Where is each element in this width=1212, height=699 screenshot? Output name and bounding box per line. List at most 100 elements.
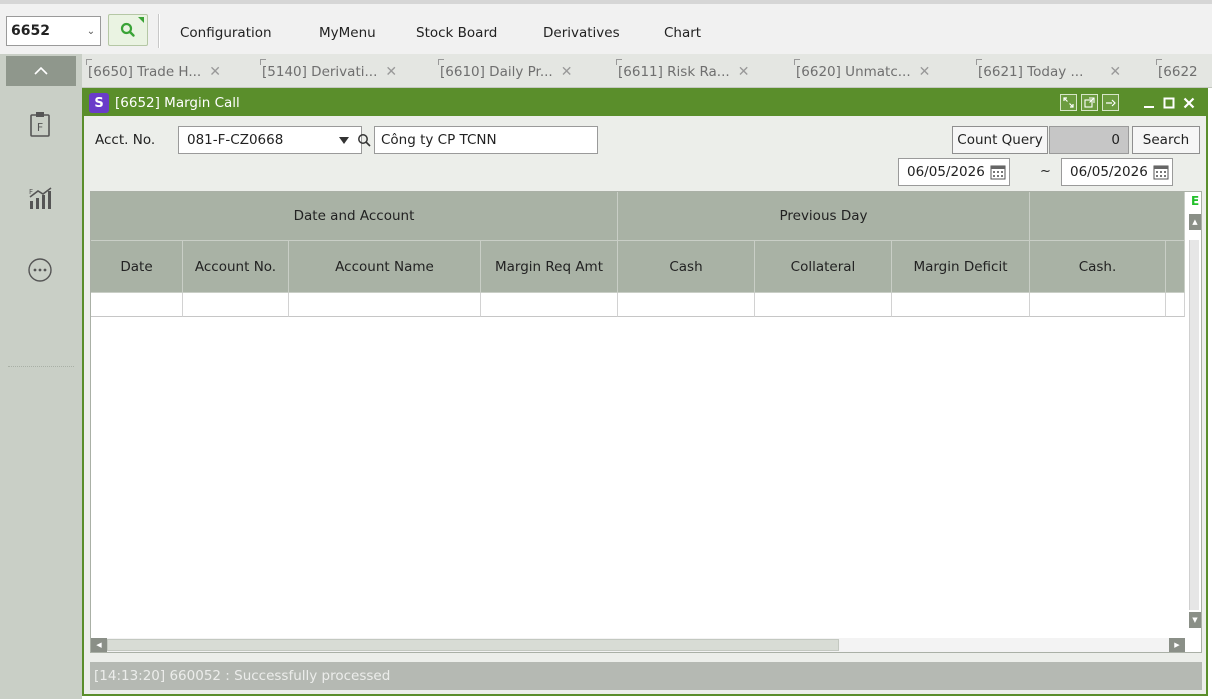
horizontal-scrollbar[interactable]: ◀ ▶ — [91, 638, 1185, 652]
tab-6622[interactable]: [6622 — [1156, 58, 1198, 86]
vertical-scroll-track[interactable] — [1189, 240, 1199, 610]
margin-call-window: S [6652] Margin Call Acct. No. 081-F-CZ0… — [82, 88, 1208, 696]
clipboard-f-icon: F — [30, 112, 50, 137]
search-button[interactable]: Search — [1132, 126, 1200, 154]
sidebar-more-button[interactable] — [22, 252, 58, 288]
table-cell[interactable] — [1166, 293, 1185, 317]
column-header-cash-next[interactable]: Cash. — [1030, 241, 1166, 293]
close-icon[interactable]: ✕ — [561, 64, 573, 80]
table-cell[interactable] — [755, 293, 892, 317]
close-icon[interactable]: ✕ — [385, 64, 397, 80]
svg-text:F: F — [37, 121, 43, 134]
tab-corner-mark — [260, 59, 266, 65]
chevron-up-icon — [34, 67, 48, 75]
tab-6621[interactable]: [6621] Today ... ✕ — [976, 58, 1121, 86]
menu-chart[interactable]: Chart — [664, 25, 701, 41]
calendar-icon[interactable] — [1153, 164, 1169, 180]
left-sidebar: F F — [0, 54, 82, 699]
sidebar-futures-button[interactable]: F — [22, 106, 58, 142]
pin-icon[interactable] — [1102, 94, 1119, 111]
tab-5140[interactable]: [5140] Derivati... ✕ — [260, 58, 397, 86]
menu-stock-board[interactable]: Stock Board — [416, 25, 497, 41]
screen-code-combobox[interactable]: 6652 ⌄ — [6, 16, 101, 46]
screen-code-value[interactable]: 6652 — [7, 23, 82, 39]
tab-6610[interactable]: [6610] Daily Pr... ✕ — [438, 58, 573, 86]
scroll-up-icon[interactable]: ▲ — [1189, 214, 1201, 230]
column-header-account-name[interactable]: Account Name — [289, 241, 481, 293]
tab-label: [6622 — [1158, 64, 1198, 80]
table-cell[interactable] — [618, 293, 755, 317]
date-from-field[interactable]: 06/05/2026 — [898, 158, 1010, 186]
status-bar: [14:13:20] 660052 : Successfully process… — [90, 662, 1202, 690]
account-search-icon[interactable] — [354, 126, 374, 154]
column-header-date[interactable]: Date — [91, 241, 183, 293]
grid-edge-marker: E — [1191, 194, 1200, 208]
menu-derivatives[interactable]: Derivatives — [543, 25, 620, 41]
group-header-date-account: Date and Account — [91, 192, 618, 241]
tab-6611[interactable]: [6611] Risk Ra... ✕ — [616, 58, 750, 86]
sidebar-divider — [8, 366, 74, 367]
table-cell[interactable] — [1030, 293, 1166, 317]
date-to-field[interactable]: 06/05/2026 — [1061, 158, 1173, 186]
tab-label: [6650] Trade H... — [88, 64, 202, 80]
date-to-value[interactable]: 06/05/2026 — [1070, 164, 1148, 180]
tab-label: [6611] Risk Ra... — [618, 64, 730, 80]
table-cell[interactable] — [183, 293, 289, 317]
popout-icon[interactable] — [1081, 94, 1098, 111]
sidebar-chart-button[interactable]: F — [22, 180, 58, 216]
tab-label: [5140] Derivati... — [262, 64, 378, 80]
top-toolbar: 6652 ⌄ Configuration MyMenu Stock Board … — [0, 0, 1212, 54]
account-name-field: Công ty CP TCNN — [374, 126, 598, 154]
bar-chart-icon: F — [29, 187, 52, 209]
tab-corner-mark — [1156, 59, 1162, 65]
table-cell[interactable] — [289, 293, 481, 317]
column-header-margin-req-amt[interactable]: Margin Req Amt — [481, 241, 618, 293]
horizontal-scroll-thumb[interactable] — [107, 639, 839, 651]
date-range-separator: ~ — [1040, 164, 1051, 179]
close-icon[interactable]: ✕ — [738, 64, 750, 80]
scroll-left-icon[interactable]: ◀ — [91, 638, 107, 652]
tab-corner-mark — [794, 59, 800, 65]
margin-call-grid[interactable]: Date and Account Previous Day Date Accou… — [90, 191, 1202, 653]
menu-configuration[interactable]: Configuration — [180, 25, 272, 41]
tab-6650[interactable]: [6650] Trade H... ✕ — [86, 58, 221, 86]
corner-arrow-icon — [138, 17, 144, 23]
expand-icon[interactable] — [1060, 94, 1077, 111]
column-header-account-no[interactable]: Account No. — [183, 241, 289, 293]
scroll-down-icon[interactable]: ▼ — [1189, 612, 1201, 628]
chevron-down-icon[interactable]: ⌄ — [82, 17, 100, 45]
close-icon[interactable]: ✕ — [1109, 64, 1121, 80]
table-cell[interactable] — [91, 293, 183, 317]
svg-text:F: F — [29, 188, 33, 196]
screen-search-button[interactable] — [108, 14, 148, 46]
tab-strip: [6650] Trade H... ✕ [5140] Derivati... ✕… — [82, 54, 1212, 88]
table-cell[interactable] — [892, 293, 1030, 317]
column-header-cash[interactable]: Cash — [618, 241, 755, 293]
tab-corner-mark — [86, 59, 92, 65]
account-dropdown-icon[interactable] — [334, 126, 354, 154]
column-header-partial[interactable] — [1166, 241, 1185, 293]
tab-label: [6621] Today ... — [978, 64, 1084, 80]
close-window-icon[interactable] — [1182, 94, 1196, 112]
tab-corner-mark — [976, 59, 982, 65]
account-number-label: Acct. No. — [95, 132, 156, 148]
tab-6620[interactable]: [6620] Unmatc... ✕ — [794, 58, 931, 86]
sidebar-collapse-button[interactable] — [6, 56, 76, 86]
calendar-icon[interactable] — [990, 164, 1006, 180]
menu-mymenu[interactable]: MyMenu — [319, 25, 376, 41]
window-title-bar[interactable]: S [6652] Margin Call — [84, 90, 1206, 116]
column-header-margin-deficit[interactable]: Margin Deficit — [892, 241, 1030, 293]
minimize-icon[interactable] — [1142, 94, 1156, 112]
table-cell[interactable] — [481, 293, 618, 317]
scroll-right-icon[interactable]: ▶ — [1169, 638, 1185, 652]
search-icon — [120, 22, 135, 37]
close-icon[interactable]: ✕ — [209, 64, 221, 80]
tab-label: [6610] Daily Pr... — [440, 64, 553, 80]
group-header-previous-day: Previous Day — [618, 192, 1030, 241]
close-icon[interactable]: ✕ — [919, 64, 931, 80]
count-query-button[interactable]: Count Query — [952, 126, 1048, 154]
vertical-scrollbar[interactable]: ▲ ▼ — [1185, 192, 1201, 652]
column-header-collateral[interactable]: Collateral — [755, 241, 892, 293]
date-from-value[interactable]: 06/05/2026 — [907, 164, 985, 180]
maximize-icon[interactable] — [1162, 94, 1176, 112]
